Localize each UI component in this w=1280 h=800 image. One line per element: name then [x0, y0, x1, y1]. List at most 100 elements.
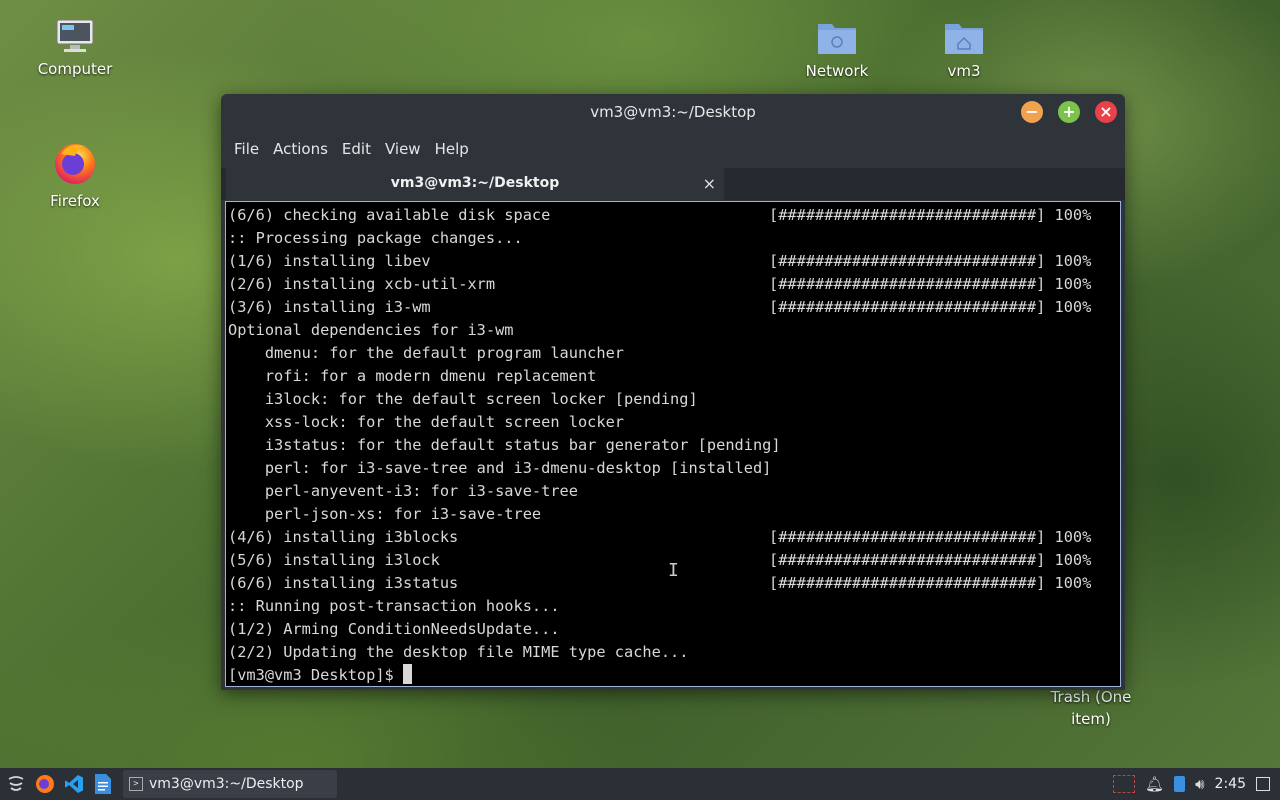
terminal-line-text: perl-anyevent-i3: for i3-save-tree: [228, 482, 578, 500]
home-folder-icon: [945, 24, 983, 54]
network-disconnected-icon[interactable]: [1113, 775, 1136, 793]
taskbar-task-terminal[interactable]: > vm3@vm3:~/Desktop: [123, 770, 337, 798]
terminal-line: (1/6) installing libev [#################…: [226, 250, 1120, 273]
show-desktop-icon[interactable]: [1256, 777, 1270, 791]
tab-terminal[interactable]: vm3@vm3:~/Desktop ×: [226, 168, 724, 200]
terminal-cursor: [402, 664, 412, 684]
terminal-line-text: (5/6) installing i3lock: [228, 551, 440, 569]
progress-bar-text: [############################] 100%: [769, 551, 1092, 569]
terminal-line-text: (1/2) Arming ConditionNeedsUpdate...: [228, 620, 560, 638]
terminal-line-text: :: Running post-transaction hooks...: [228, 597, 560, 615]
progress-bar-text: [############################] 100%: [769, 574, 1092, 592]
firefox-icon: [36, 775, 54, 793]
progress-bar-text: [############################] 100%: [769, 298, 1092, 316]
terminal-line-text: :: Processing package changes...: [228, 229, 523, 247]
terminal-line-text: (6/6) installing i3status: [228, 574, 459, 592]
terminal-line: Optional dependencies for i3-wm: [226, 319, 1120, 342]
desktop-icon-computer[interactable]: Computer: [25, 18, 125, 80]
terminal-line: :: Processing package changes...: [226, 227, 1120, 250]
taskbar-task-label: vm3@vm3:~/Desktop: [149, 776, 304, 792]
maximize-button[interactable]: +: [1058, 101, 1080, 123]
app-menu-button[interactable]: [2, 770, 30, 798]
terminal-line: dmenu: for the default program launcher: [226, 342, 1120, 365]
shell-prompt: [vm3@vm3 Desktop]$: [228, 666, 403, 684]
progress-bar-text: [############################] 100%: [769, 252, 1092, 270]
minimize-button[interactable]: −: [1021, 101, 1043, 123]
taskbar-texteditor-launcher[interactable]: [89, 770, 117, 798]
desktop-icon-firefox[interactable]: Firefox: [25, 138, 125, 212]
terminal-line: i3lock: for the default screen locker [p…: [226, 388, 1120, 411]
window-controls: − + ×: [1021, 101, 1117, 123]
desktop-icon-network[interactable]: Network: [787, 18, 887, 82]
terminal-line: perl: for i3-save-tree and i3-dmenu-desk…: [226, 457, 1120, 480]
terminal-line-text: (4/6) installing i3blocks: [228, 528, 459, 546]
tab-close-icon[interactable]: ×: [703, 174, 716, 193]
menu-view[interactable]: View: [385, 140, 429, 158]
window-title: vm3@vm3:~/Desktop: [590, 103, 756, 121]
progress-bar-text: [############################] 100%: [769, 275, 1092, 293]
clock[interactable]: 2:45: [1215, 776, 1246, 792]
terminal-output[interactable]: (6/6) checking available disk space [####…: [225, 201, 1121, 687]
terminal-line-text: xss-lock: for the default screen locker: [228, 413, 625, 431]
terminal-prompt-line[interactable]: [vm3@vm3 Desktop]$: [226, 664, 1120, 686]
network-folder-icon: [818, 24, 856, 54]
terminal-line-text: perl-json-xs: for i3-save-tree: [228, 505, 542, 523]
terminal-line: (3/6) installing i3-wm [#################…: [226, 296, 1120, 319]
terminal-line-text: i3lock: for the default screen locker [p…: [228, 390, 698, 408]
text-cursor-icon: I: [668, 560, 679, 581]
terminal-line-text: (3/6) installing i3-wm: [228, 298, 431, 316]
desktop-icon-trash[interactable]: Trash (One item): [1041, 686, 1141, 730]
close-button[interactable]: ×: [1095, 101, 1117, 123]
terminal-line-text: (2/6) installing xcb-util-xrm: [228, 275, 496, 293]
menubar: File Actions Edit View Help: [221, 130, 1125, 168]
app-menu-icon: [8, 776, 24, 791]
taskbar-firefox-launcher[interactable]: [31, 770, 59, 798]
progress-bar-text: [############################] 100%: [769, 206, 1092, 224]
text-editor-icon: [95, 774, 111, 794]
minus-icon: −: [1025, 102, 1039, 121]
terminal-line-text: rofi: for a modern dmenu replacement: [228, 367, 597, 385]
menu-actions[interactable]: Actions: [273, 140, 336, 158]
vscode-icon: [65, 775, 83, 793]
system-tray: 🔔︎ 🔊︎ 2:45: [1113, 768, 1280, 800]
terminal-line-text: (1/6) installing libev: [228, 252, 431, 270]
menu-edit[interactable]: Edit: [342, 140, 379, 158]
terminal-line: perl-json-xs: for i3-save-tree: [226, 503, 1120, 526]
desktop-icon-label: Firefox: [50, 192, 100, 210]
terminal-line-text: (6/6) checking available disk space: [228, 206, 551, 224]
terminal-line: (6/6) checking available disk space [####…: [226, 204, 1120, 227]
terminal-line: xss-lock: for the default screen locker: [226, 411, 1120, 434]
desktop-icon-label: Computer: [37, 60, 113, 78]
notification-bell-icon[interactable]: 🔔︎: [1145, 775, 1164, 793]
terminal-line: (4/6) installing i3blocks [##############…: [226, 526, 1120, 549]
terminal-line: (2/2) Updating the desktop file MIME typ…: [226, 641, 1120, 664]
terminal-line: i3status: for the default status bar gen…: [226, 434, 1120, 457]
terminal-line-text: dmenu: for the default program launcher: [228, 344, 625, 362]
volume-icon[interactable]: 🔊︎: [1195, 775, 1204, 793]
terminal-line: (1/2) Arming ConditionNeedsUpdate...: [226, 618, 1120, 641]
menu-file[interactable]: File: [234, 140, 267, 158]
window-titlebar[interactable]: vm3@vm3:~/Desktop − + ×: [221, 94, 1125, 130]
clipboard-icon[interactable]: [1174, 776, 1186, 792]
desktop-icon-vm3[interactable]: vm3: [914, 18, 1014, 82]
terminal-window[interactable]: vm3@vm3:~/Desktop − + × File Actions Edi…: [221, 94, 1125, 690]
desktop-icon-label: vm3: [947, 62, 981, 80]
taskbar: > vm3@vm3:~/Desktop 🔔︎ 🔊︎ 2:45: [0, 768, 1280, 800]
terminal-line-text: perl: for i3-save-tree and i3-dmenu-desk…: [228, 459, 772, 477]
tab-label: vm3@vm3:~/Desktop: [390, 175, 560, 191]
computer-icon: [56, 19, 94, 52]
terminal-line-text: (2/2) Updating the desktop file MIME typ…: [228, 643, 689, 661]
tab-bar: vm3@vm3:~/Desktop ×: [221, 168, 1125, 200]
firefox-icon: [55, 144, 95, 184]
menu-help[interactable]: Help: [435, 140, 477, 158]
close-icon: ×: [1099, 102, 1113, 121]
desktop-icon-label: Trash (One item): [1050, 688, 1132, 728]
terminal-line: :: Running post-transaction hooks...: [226, 595, 1120, 618]
terminal-line-text: Optional dependencies for i3-wm: [228, 321, 514, 339]
terminal-line: rofi: for a modern dmenu replacement: [226, 365, 1120, 388]
terminal-icon: >: [129, 777, 143, 791]
terminal-line: (2/6) installing xcb-util-xrm [##########…: [226, 273, 1120, 296]
desktop-icon-label: Network: [805, 62, 869, 80]
taskbar-vscode-launcher[interactable]: [60, 770, 88, 798]
plus-icon: +: [1062, 102, 1076, 121]
